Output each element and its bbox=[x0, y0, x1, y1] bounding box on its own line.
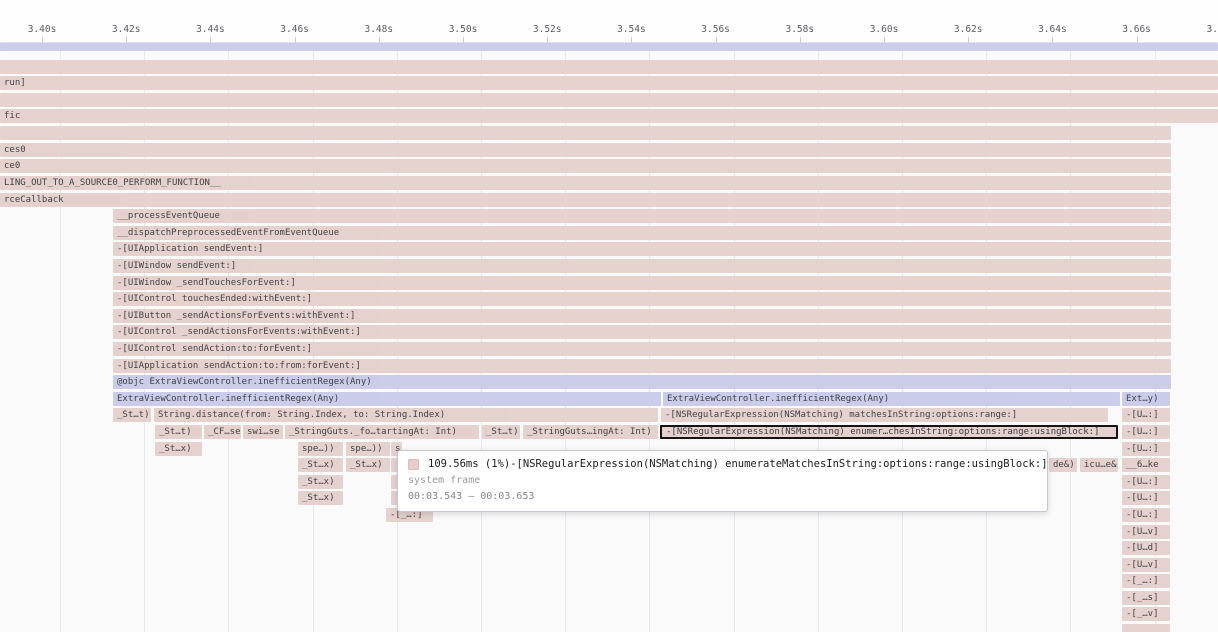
flame-bar[interactable]: de&) bbox=[1049, 458, 1077, 472]
flame-bar[interactable]: -[U…:] bbox=[1122, 508, 1170, 522]
tooltip-color-swatch bbox=[408, 459, 419, 470]
flame-bar[interactable]: -[U…:] bbox=[1122, 491, 1170, 505]
tooltip-title-line: 109.56ms (1%) -[NSRegularExpression(NSMa… bbox=[408, 458, 1037, 470]
flame-bar[interactable]: swi…se bbox=[243, 425, 283, 439]
flame-bar[interactable] bbox=[0, 43, 1218, 51]
flame-bar[interactable]: String.distance(from: String.Index, to: … bbox=[154, 408, 658, 422]
flame-bar[interactable]: -[UIWindow sendEvent:] bbox=[113, 259, 1171, 273]
flame-bar-selected[interactable]: -[NSRegularExpression(NSMatching) enumer… bbox=[660, 425, 1118, 439]
flame-bar[interactable]: ces0 bbox=[0, 143, 1171, 157]
ruler-label: 3.58s bbox=[780, 24, 820, 35]
flame-bar[interactable]: -[U…:] bbox=[1122, 442, 1170, 456]
flame-bar[interactable] bbox=[0, 126, 1171, 140]
ruler-label: 3.60s bbox=[864, 24, 904, 35]
flame-bar[interactable]: _St…x) bbox=[155, 442, 202, 456]
ruler-label: 3.66s bbox=[1117, 24, 1157, 35]
flame-bar[interactable]: -[_…v] bbox=[1122, 607, 1170, 621]
flame-graph[interactable]: run] fic ces0 ce0 LING_OUT_TO_A_SOURCE0_PERF… bbox=[0, 43, 1218, 632]
flame-bar[interactable]: __processEventQueue bbox=[113, 209, 1171, 223]
flame-bar[interactable]: ExtraViewController.inefficientRegex(Any… bbox=[113, 392, 661, 406]
flame-bar[interactable]: fic bbox=[0, 109, 1218, 123]
flame-bar[interactable]: -[UIWindow _sendTouchesForEvent:] bbox=[113, 276, 1171, 290]
flame-bar[interactable]: spe…)) bbox=[346, 442, 390, 456]
flame-bar[interactable]: _St…x) bbox=[298, 475, 343, 489]
flame-bar[interactable]: _St…t) bbox=[155, 425, 202, 439]
flame-bar[interactable]: -[UIApplication sendEvent:] bbox=[113, 242, 1171, 256]
flame-bar[interactable]: -[UIControl touchesEnded:withEvent:] bbox=[113, 292, 1171, 306]
flame-bar[interactable]: -[U…:] bbox=[1122, 425, 1170, 439]
flame-bar[interactable]: __6…ke bbox=[1122, 458, 1170, 472]
ruler-label: 3.48s bbox=[359, 24, 399, 35]
flame-bar[interactable]: spe…)) bbox=[298, 442, 343, 456]
flame-bar[interactable]: ce0 bbox=[0, 159, 1171, 173]
ruler-label: 3.62s bbox=[948, 24, 988, 35]
flame-bar[interactable]: -[U…d] bbox=[1122, 541, 1170, 555]
flame-bar[interactable]: run] bbox=[0, 76, 1218, 90]
tooltip-duration: 109.56ms (1%) bbox=[428, 458, 510, 470]
flame-bar[interactable]: -[U…:] bbox=[1122, 475, 1170, 489]
flame-bar[interactable]: __dispatchPreprocessedEventFromEventQueu… bbox=[113, 226, 1171, 240]
flame-bar[interactable]: -[U…:] bbox=[1122, 408, 1170, 422]
flame-bar[interactable]: LING_OUT_TO_A_SOURCE0_PERFORM_FUNCTION__ bbox=[0, 176, 1171, 190]
flame-bar[interactable]: _St…x) bbox=[298, 491, 343, 505]
flame-bar[interactable] bbox=[1122, 624, 1170, 632]
flame-bar[interactable] bbox=[0, 93, 1218, 107]
ruler-label: 3.54s bbox=[611, 24, 651, 35]
flame-bar[interactable]: _St…x) bbox=[298, 458, 343, 472]
flame-bar[interactable]: -[U…v] bbox=[1122, 558, 1170, 572]
ruler-label: 3.44s bbox=[190, 24, 230, 35]
flame-bar[interactable]: _StringGuts…ingAt: Int) bbox=[523, 425, 658, 439]
flame-bar[interactable]: -[UIControl _sendActionsForEvents:withEv… bbox=[113, 325, 1171, 339]
ruler-label: 3.40s bbox=[22, 24, 62, 35]
flame-bar[interactable]: -[UIApplication sendAction:to:from:forEv… bbox=[113, 359, 1171, 373]
tooltip-frame-kind: system frame bbox=[408, 475, 1037, 486]
flame-bar[interactable]: -[U…v] bbox=[1122, 525, 1170, 539]
flame-bar[interactable]: _CF…se bbox=[204, 425, 241, 439]
flame-bar[interactable]: -[_…s] bbox=[1122, 591, 1170, 605]
tooltip: 109.56ms (1%) -[NSRegularExpression(NSMa… bbox=[397, 450, 1048, 512]
ruler-label: 3.56s bbox=[696, 24, 736, 35]
flame-bar[interactable]: -[UIButton _sendActionsForEvents:withEve… bbox=[113, 309, 1171, 323]
ruler-label: 3.52s bbox=[527, 24, 567, 35]
flame-bar[interactable] bbox=[0, 60, 1218, 74]
flame-bar[interactable]: _St…x) bbox=[346, 458, 390, 472]
timeline-ruler[interactable]: 3.40s 3.42s 3.44s 3.46s 3.48s 3.50s 3.52s 3.54s… bbox=[0, 0, 1218, 43]
ruler-label: 3.46s bbox=[275, 24, 315, 35]
flame-bar[interactable]: _St…t) bbox=[482, 425, 520, 439]
flame-bar[interactable]: ExtraViewController.inefficientRegex(Any… bbox=[663, 392, 1120, 406]
flame-bar[interactable]: -[NSRegularExpression(NSMatching) matche… bbox=[661, 408, 1108, 422]
flame-bar[interactable]: _St…t) bbox=[113, 408, 151, 422]
tooltip-time-range: 00:03.543 — 00:03.653 bbox=[408, 491, 1037, 502]
ruler-label: 3.64s bbox=[1032, 24, 1072, 35]
flame-bar[interactable]: Ext…y) bbox=[1122, 392, 1170, 406]
instruments-flame-graph-view: 3.40s 3.42s 3.44s 3.46s 3.48s 3.50s 3.52s 3.54s… bbox=[0, 0, 1218, 632]
flame-bar[interactable]: @objc ExtraViewController.inefficientReg… bbox=[113, 375, 1171, 389]
tooltip-frame-name: -[NSRegularExpression(NSMatching) enumer… bbox=[510, 458, 1047, 470]
ruler-label: 3.42s bbox=[106, 24, 146, 35]
flame-bar[interactable]: icu…e&) bbox=[1080, 458, 1118, 472]
flame-bar[interactable]: _StringGuts._fo…tartingAt: Int) bbox=[285, 425, 479, 439]
ruler-label: 3.68s bbox=[1201, 24, 1218, 35]
flame-bar[interactable]: -[UIControl sendAction:to:forEvent:] bbox=[113, 342, 1171, 356]
ruler-label: 3.50s bbox=[443, 24, 483, 35]
flame-bar[interactable]: -[_…:] bbox=[1122, 574, 1170, 588]
flame-bar[interactable]: rceCallback bbox=[0, 193, 1171, 207]
